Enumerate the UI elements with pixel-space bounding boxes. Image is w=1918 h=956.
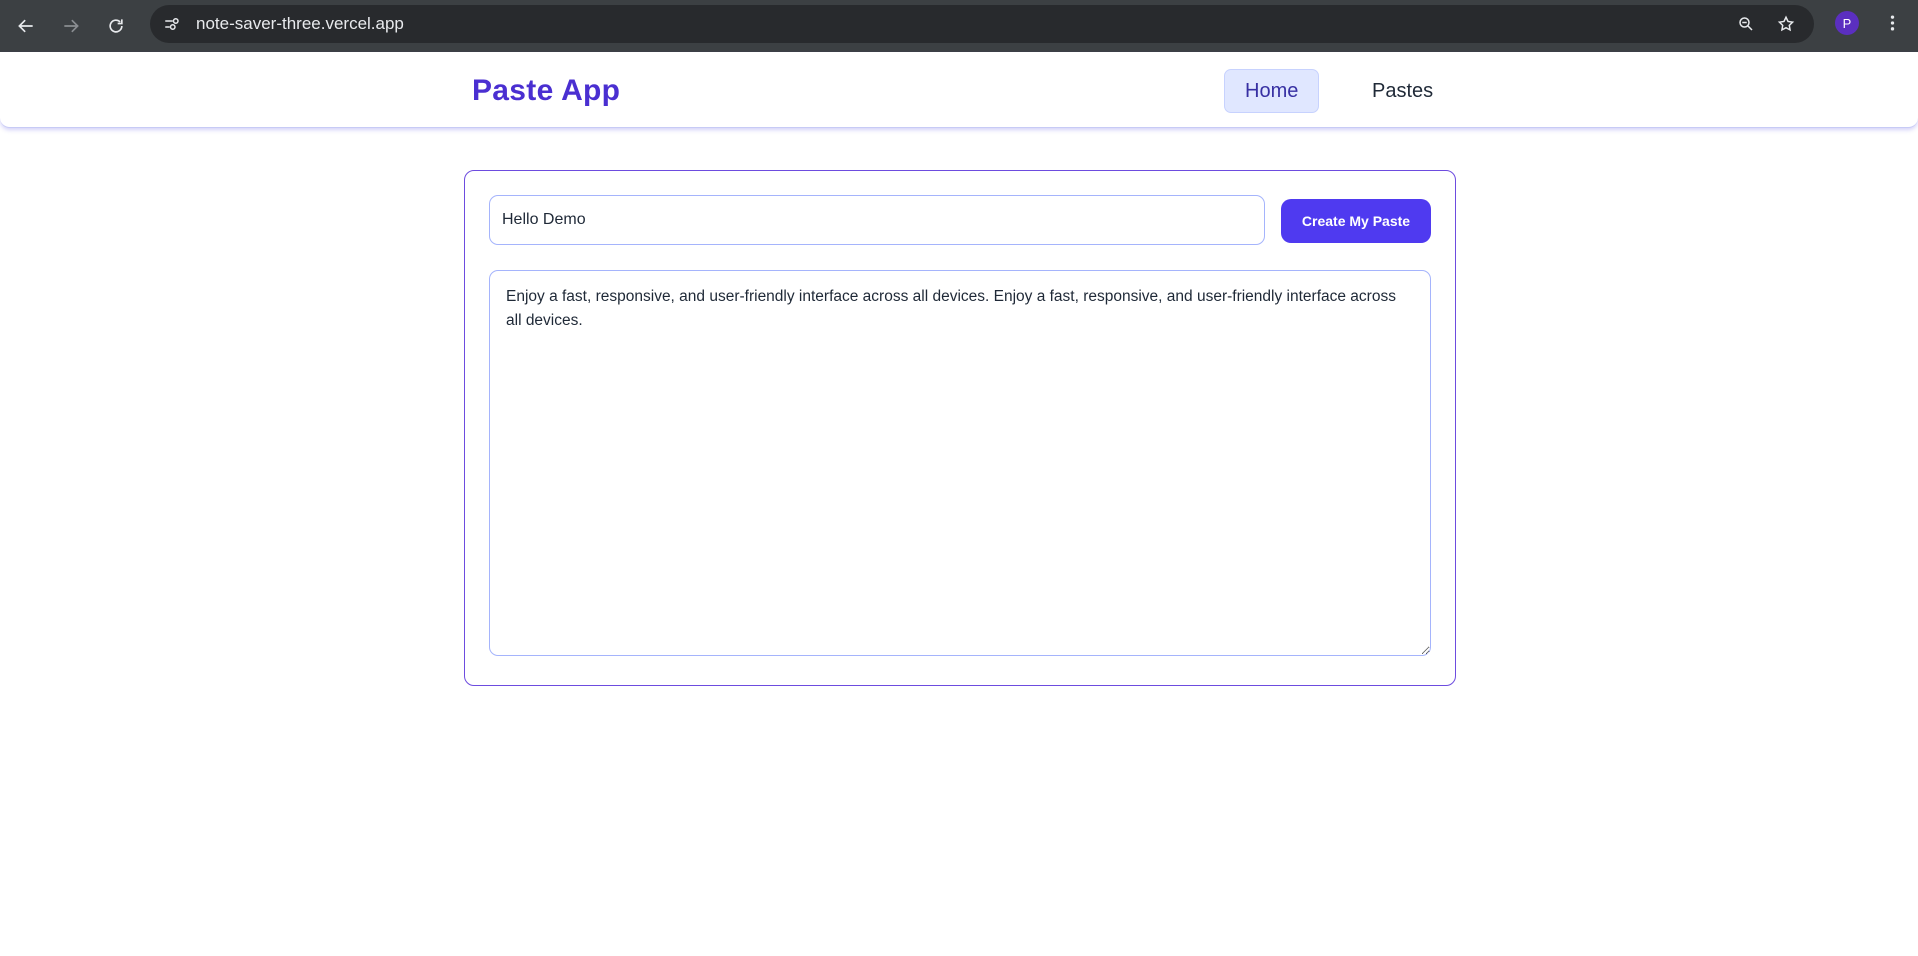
browser-toolbar: note-saver-three.vercel.app P [0, 0, 1918, 52]
star-icon[interactable] [1774, 12, 1798, 36]
profile-avatar[interactable]: P [1835, 11, 1859, 35]
paste-title-input[interactable] [489, 195, 1265, 245]
paste-content-textarea[interactable]: Enjoy a fast, responsive, and user-frien… [489, 270, 1431, 656]
paste-editor-card: Create My Paste Enjoy a fast, responsive… [464, 170, 1456, 686]
site-info-icon[interactable] [160, 12, 184, 36]
forward-arrow-icon[interactable] [55, 10, 87, 42]
create-paste-button[interactable]: Create My Paste [1281, 199, 1431, 243]
reload-icon[interactable] [100, 10, 132, 42]
zoom-icon[interactable] [1734, 12, 1758, 36]
nav-link-home[interactable]: Home [1224, 69, 1320, 113]
nav-link-pastes[interactable]: Pastes [1352, 69, 1453, 113]
app-brand[interactable]: Paste App [472, 74, 620, 108]
url-text[interactable]: note-saver-three.vercel.app [196, 15, 404, 33]
address-bar[interactable]: note-saver-three.vercel.app [150, 5, 1814, 43]
back-arrow-icon[interactable] [10, 10, 42, 42]
kebab-menu-icon[interactable] [1882, 11, 1902, 35]
app-navbar: Paste App Home Pastes [0, 52, 1918, 128]
